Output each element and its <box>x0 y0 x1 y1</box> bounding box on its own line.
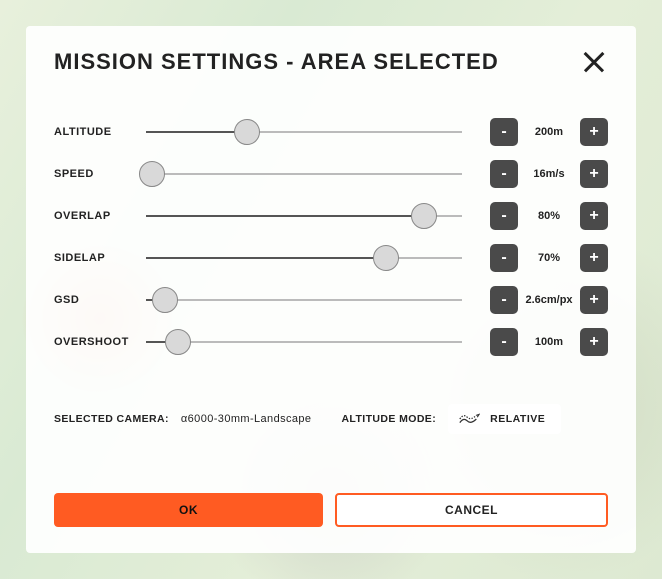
slider-fill <box>146 131 247 133</box>
overlap-slider-thumb[interactable] <box>411 203 437 229</box>
ok-button[interactable]: OK <box>54 493 323 527</box>
meta-row: SELECTED CAMERA: α6000-30mm-Landscape AL… <box>54 404 608 434</box>
overshoot-slider[interactable] <box>146 328 462 356</box>
altitude-mode-selector[interactable]: RELATIVE <box>448 404 561 434</box>
panel-header: MISSION SETTINGS - AREA SELECTED <box>54 48 608 76</box>
overlap-value: 80% <box>518 210 580 222</box>
overshoot-slider-thumb[interactable] <box>165 329 191 355</box>
overlap-stepper: -80%+ <box>490 202 608 230</box>
gsd-increment-button[interactable]: + <box>580 286 608 314</box>
speed-value: 16m/s <box>518 168 580 180</box>
slider-fill <box>146 215 424 217</box>
sidelap-slider-thumb[interactable] <box>373 245 399 271</box>
altitude-decrement-button[interactable]: - <box>490 118 518 146</box>
altitude-value: 200m <box>518 126 580 138</box>
terrain-follow-icon <box>458 410 480 428</box>
gsd-label: GSD <box>54 294 146 306</box>
overlap-label: OVERLAP <box>54 210 146 222</box>
altitude-mode-value: RELATIVE <box>490 413 545 425</box>
sidelap-value: 70% <box>518 252 580 264</box>
altitude-slider[interactable] <box>146 118 462 146</box>
panel-title: MISSION SETTINGS - AREA SELECTED <box>54 49 499 75</box>
speed-decrement-button[interactable]: - <box>490 160 518 188</box>
overshoot-label: OVERSHOOT <box>54 336 146 348</box>
gsd-slider-thumb[interactable] <box>152 287 178 313</box>
speed-increment-button[interactable]: + <box>580 160 608 188</box>
sidelap-label: SIDELAP <box>54 252 146 264</box>
selected-camera-label: SELECTED CAMERA: <box>54 413 169 425</box>
setting-row-overshoot: OVERSHOOT -100m+ <box>54 328 608 356</box>
slider-track <box>146 299 462 301</box>
speed-label: SPEED <box>54 168 146 180</box>
footer-buttons: OK CANCEL <box>54 493 608 527</box>
gsd-decrement-button[interactable]: - <box>490 286 518 314</box>
overshoot-stepper: -100m+ <box>490 328 608 356</box>
overlap-slider[interactable] <box>146 202 462 230</box>
overshoot-decrement-button[interactable]: - <box>490 328 518 356</box>
altitude-mode-label: ALTITUDE MODE: <box>341 413 436 425</box>
mission-settings-panel: MISSION SETTINGS - AREA SELECTED ALTITUD… <box>26 26 636 553</box>
gsd-value: 2.6cm/px <box>518 294 580 306</box>
gsd-stepper: -2.6cm/px+ <box>490 286 608 314</box>
speed-slider-thumb[interactable] <box>139 161 165 187</box>
selected-camera-value: α6000-30mm-Landscape <box>181 413 312 425</box>
overshoot-value: 100m <box>518 336 580 348</box>
close-icon[interactable] <box>580 48 608 76</box>
altitude-label: ALTITUDE <box>54 126 146 138</box>
sidelap-stepper: -70%+ <box>490 244 608 272</box>
slider-fill <box>146 257 386 259</box>
gsd-slider[interactable] <box>146 286 462 314</box>
slider-track <box>146 341 462 343</box>
overlap-increment-button[interactable]: + <box>580 202 608 230</box>
overshoot-increment-button[interactable]: + <box>580 328 608 356</box>
speed-slider[interactable] <box>146 160 462 188</box>
overlap-decrement-button[interactable]: - <box>490 202 518 230</box>
sidelap-increment-button[interactable]: + <box>580 244 608 272</box>
altitude-stepper: -200m+ <box>490 118 608 146</box>
speed-stepper: -16m/s+ <box>490 160 608 188</box>
sidelap-decrement-button[interactable]: - <box>490 244 518 272</box>
setting-row-overlap: OVERLAP -80%+ <box>54 202 608 230</box>
settings-list: ALTITUDE-200m+SPEED-16m/s+OVERLAP-80%+SI… <box>54 118 608 356</box>
sidelap-slider[interactable] <box>146 244 462 272</box>
setting-row-speed: SPEED -16m/s+ <box>54 160 608 188</box>
setting-row-altitude: ALTITUDE -200m+ <box>54 118 608 146</box>
cancel-button[interactable]: CANCEL <box>335 493 608 527</box>
altitude-increment-button[interactable]: + <box>580 118 608 146</box>
altitude-slider-thumb[interactable] <box>234 119 260 145</box>
setting-row-gsd: GSD -2.6cm/px+ <box>54 286 608 314</box>
slider-track <box>146 173 462 175</box>
setting-row-sidelap: SIDELAP -70%+ <box>54 244 608 272</box>
